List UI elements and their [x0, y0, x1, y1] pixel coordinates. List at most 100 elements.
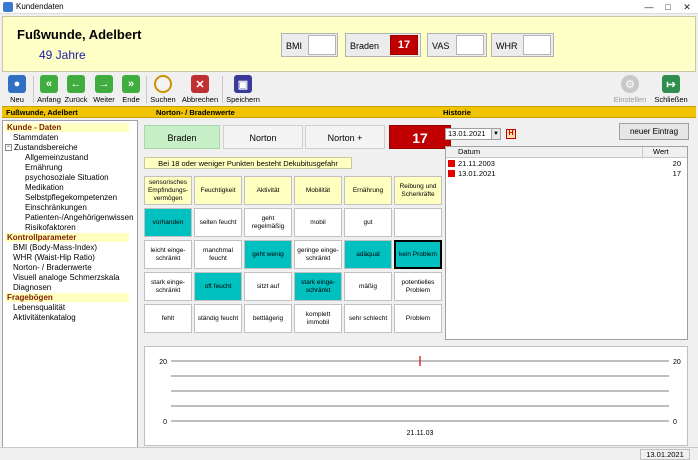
settings-button[interactable]: ⚙ Einstellen	[612, 75, 648, 104]
maximize-icon[interactable]: □	[659, 1, 677, 13]
back-button-label: Zurück	[64, 95, 88, 104]
grid-option-cell[interactable]: leicht einge-schränkt	[144, 240, 192, 269]
tree-label: Einschränkungen	[25, 203, 87, 212]
arrow-right-icon: →	[95, 75, 113, 93]
tree-item-diagnosen[interactable]: Diagnosen	[13, 283, 51, 292]
tab-braden[interactable]: Braden	[144, 125, 220, 149]
date-select[interactable]: 13.01.2021 ▼	[445, 128, 501, 140]
minimize-icon[interactable]: —	[640, 1, 658, 13]
patient-header: Fußwunde, Adelbert 49 Jahre BMI Braden 1…	[2, 16, 696, 72]
grid-header-cell: Reibung und Scherkräfte	[394, 176, 442, 205]
grid-option-cell[interactable]	[394, 208, 442, 237]
tree-item-selbstpflegekompetenzen[interactable]: Selbstpflegekompetenzen	[25, 193, 117, 202]
collapse-icon[interactable]: −	[5, 144, 12, 152]
tree-label: Stammdaten	[13, 133, 59, 142]
grid-option-cell[interactable]: kein Problem	[394, 240, 442, 269]
status-bar: 13.01.2021	[0, 447, 698, 460]
col-header-value[interactable]: Wert	[642, 147, 687, 158]
main-panel: Braden Norton Norton + 17 Bei 18 oder we…	[141, 120, 697, 454]
back-button[interactable]: ← Zurück	[63, 75, 89, 104]
grid-option-cell[interactable]: geht regelmäßig	[244, 208, 292, 237]
tree-label: Fragebögen	[7, 293, 53, 302]
save-button[interactable]: ▣ Speichern	[224, 75, 262, 104]
grid-option-cell[interactable]: stark einge-schränkt	[294, 272, 342, 301]
tree-item-aktivit-tenkatalog[interactable]: Aktivitätenkatalog	[13, 313, 76, 322]
tree-item-visuell-analoge-schmerzskala[interactable]: Visuell analoge Schmerzskala	[13, 273, 120, 282]
new-button[interactable]: ● Neu	[4, 75, 30, 104]
tree-item-ern-hrung[interactable]: Ernährung	[25, 163, 62, 172]
grid-option-cell[interactable]: stark einge-schränkt	[144, 272, 192, 301]
tree-label: Selbstpflegekompetenzen	[25, 193, 118, 202]
tree-item-norton-bradenwerte[interactable]: Norton- / Bradenwerte	[13, 263, 92, 272]
grid-option-cell[interactable]: mobil	[294, 208, 342, 237]
section-bar: Fußwunde, Adelbert Norton- / Bradenwerte…	[2, 106, 696, 118]
grid-option-cell[interactable]: sehr schlecht	[344, 304, 392, 333]
grid-option-cell[interactable]: geht wenig	[244, 240, 292, 269]
grid-option-cell[interactable]: adäquat	[344, 240, 392, 269]
search-icon	[154, 75, 172, 93]
history-h-button[interactable]: H	[506, 129, 516, 139]
row-date: 13.01.2021	[458, 169, 496, 178]
grid-option-cell[interactable]: geringe einge-schränkt	[294, 240, 342, 269]
row-date: 21.11.2003	[458, 159, 495, 168]
grid-option-cell[interactable]: oft feucht	[194, 272, 242, 301]
search-button[interactable]: Suchen	[148, 75, 178, 104]
grid-option-cell[interactable]: komplett immobil	[294, 304, 342, 333]
braden-field: Braden 17	[345, 33, 421, 57]
grid-option-cell[interactable]: Problem	[394, 304, 442, 333]
new-button-label: Neu	[10, 95, 24, 104]
tree-item-whr-waist-hip-ratio[interactable]: WHR (Waist-Hip Ratio)	[13, 253, 95, 262]
table-row[interactable]: 21.11.2003 20	[446, 159, 687, 168]
grid-option-cell[interactable]: sitzt auf	[244, 272, 292, 301]
close-window-button[interactable]: ↦ Schließen	[653, 75, 689, 104]
tree-item-risikofaktoren[interactable]: Risikofaktoren	[25, 223, 76, 232]
grid-option-cell[interactable]: ständig feucht	[194, 304, 242, 333]
grid-option-cell[interactable]: selten feucht	[194, 208, 242, 237]
close-window-button-label: Schließen	[654, 95, 688, 104]
chevron-down-icon[interactable]: ▼	[491, 129, 500, 139]
tree-item-bmi-body-mass-index[interactable]: BMI (Body-Mass-Index)	[13, 243, 97, 252]
last-button[interactable]: » Ende	[119, 75, 143, 104]
tree-item-psychosoziale-situation[interactable]: psychosoziale Situation	[25, 173, 109, 182]
grid-option-cell[interactable]: gut	[344, 208, 392, 237]
date-select-value: 13.01.2021	[448, 129, 486, 138]
gear-icon: ⚙	[621, 75, 639, 93]
grid-header-cell: Feuchtigkeit	[194, 176, 242, 205]
history-table: Datum Wert 21.11.2003 20 13.01.2021 17	[445, 146, 688, 340]
first-button[interactable]: « Anfang	[35, 75, 63, 104]
whr-value	[523, 35, 551, 55]
whr-field: WHR	[491, 33, 554, 57]
tree-item-zustandsbereiche[interactable]: − Zustandsbereiche	[5, 143, 78, 152]
grid-option-cell[interactable]: mäßig	[344, 272, 392, 301]
grid-option-cell[interactable]: fehlt	[144, 304, 192, 333]
settings-button-label: Einstellen	[613, 95, 647, 104]
new-entry-button[interactable]: neuer Eintrag	[619, 123, 689, 140]
tab-norton[interactable]: Norton	[223, 125, 303, 149]
grid-option-cell[interactable]: vorhanden	[144, 208, 192, 237]
table-row[interactable]: 13.01.2021 17	[446, 169, 687, 178]
tree-item-einschr-nkungen[interactable]: Einschränkungen	[25, 203, 87, 212]
status-date: 13.01.2021	[640, 449, 690, 460]
x-tick-label: 21.11.03	[407, 430, 434, 437]
next-button[interactable]: → Weiter	[91, 75, 117, 104]
grid-option-cell[interactable]: bettlägerig	[244, 304, 292, 333]
tree-item-allgemeinzustand[interactable]: Allgemeinzustand	[25, 153, 88, 162]
tree-item-medikation[interactable]: Medikation	[25, 183, 64, 192]
y-tick-label-left: 20	[159, 359, 167, 366]
close-icon[interactable]: ✕	[678, 1, 696, 13]
section-title: Norton- / Bradenwerte	[156, 108, 235, 117]
tree-item-stammdaten[interactable]: Stammdaten	[13, 133, 58, 142]
tree-label: Risikofaktoren	[25, 223, 76, 232]
cancel-icon: ✕	[191, 75, 209, 93]
tree-item-patienten-angeh-rigenwissen[interactable]: Patienten-/Angehörigenwissen	[25, 213, 134, 222]
grid-option-cell[interactable]: manchmal feucht	[194, 240, 242, 269]
next-button-label: Weiter	[93, 95, 115, 104]
tree-item-lebensqualit-t[interactable]: Lebensqualität	[13, 303, 65, 312]
tab-norton-plus[interactable]: Norton +	[305, 125, 385, 149]
cancel-button[interactable]: ✕ Abbrechen	[181, 75, 219, 104]
tree-label: Kontrollparameter	[7, 233, 77, 242]
grid-option-cell[interactable]: potentielles Problem	[394, 272, 442, 301]
vas-label: VAS	[432, 41, 450, 51]
col-header-date[interactable]: Datum	[446, 147, 642, 158]
score-display: 17	[389, 125, 451, 149]
